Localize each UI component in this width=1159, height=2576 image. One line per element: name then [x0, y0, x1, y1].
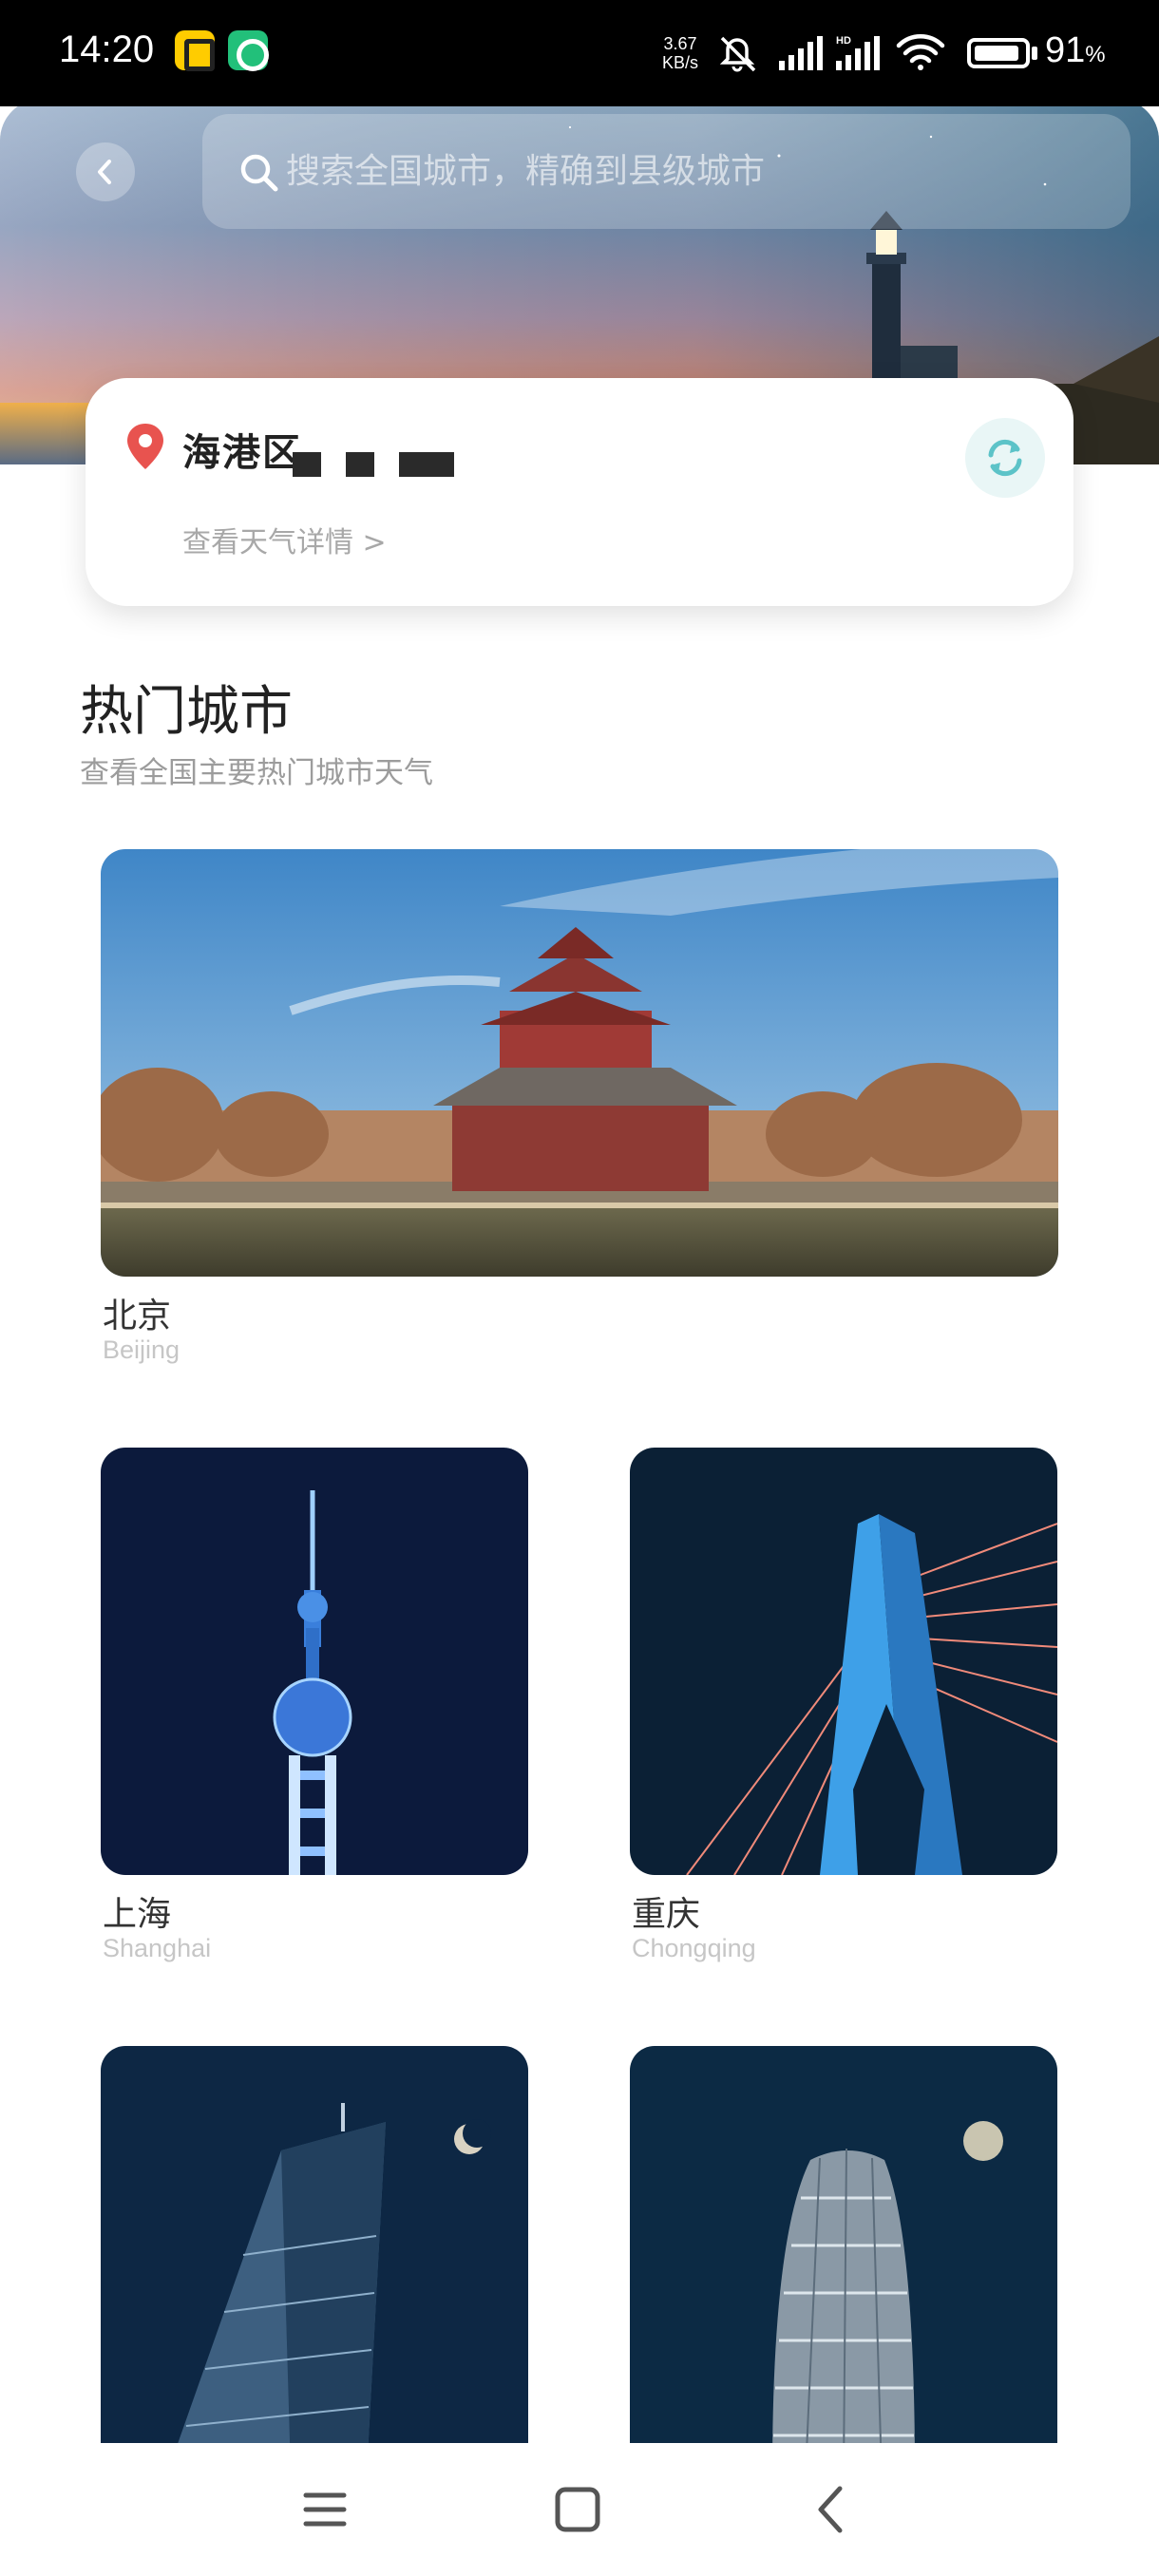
search-icon [240, 154, 278, 192]
menu-icon [303, 2492, 347, 2527]
city-name: 北京 [103, 1297, 172, 1335]
back-triangle-icon [818, 2486, 843, 2533]
signal-hd-icon: HD [836, 35, 880, 70]
battery-percent-symbol: % [1085, 42, 1106, 67]
mute-bell-icon [719, 36, 756, 72]
city-image-shanghai [101, 1448, 528, 1875]
city-pinyin: Beijing [103, 1335, 180, 1364]
refresh-location-button[interactable] [965, 418, 1045, 498]
hot-cities-subtitle: 查看全国主要热门城市天气 [80, 756, 433, 790]
city-name: 上海 [103, 1895, 172, 1934]
battery-percent-value: 91 [1045, 30, 1086, 70]
signal-icon [779, 36, 823, 70]
status-bar: 14:20 3.67 KB/s HD 91% [0, 0, 1159, 106]
location-pin-icon [127, 424, 163, 469]
city-image-beijing [101, 849, 1058, 1277]
refresh-icon [988, 439, 1022, 477]
nav-back-button[interactable] [804, 2481, 861, 2538]
nav-menu-button[interactable] [296, 2481, 353, 2538]
notification-app-icon [175, 30, 215, 71]
hot-cities-title: 热门城市 [80, 681, 293, 743]
city-card-shanghai[interactable]: 上海 Shanghai [101, 1448, 528, 1970]
battery-percent: 91% [1045, 30, 1106, 71]
net-speed-unit: KB/s [662, 53, 699, 72]
net-speed-value: 3.67 [663, 34, 697, 53]
chevron-left-icon [98, 160, 111, 184]
nav-home-button[interactable] [549, 2481, 606, 2538]
hd-label: HD [836, 35, 851, 47]
status-icons: HD [718, 32, 956, 78]
city-card-4[interactable] [101, 2046, 528, 2473]
redaction-block [399, 452, 454, 477]
status-time: 14:20 [59, 28, 155, 70]
location-district: 海港区 [182, 431, 302, 475]
city-image-chongqing [630, 1448, 1057, 1875]
app-root: 14:20 3.67 KB/s HD 91% 搜索全国城市，精确到县级城市 海港… [0, 0, 1159, 2576]
city-image-5 [630, 2046, 1057, 2473]
city-image-4 [101, 2046, 528, 2473]
city-card-5[interactable] [630, 2046, 1057, 2473]
notification-app-icon-2 [228, 30, 269, 71]
city-name: 重庆 [632, 1895, 701, 1934]
current-location-card[interactable]: 海港区 查看天气详情 > [86, 378, 1074, 606]
redaction-block [346, 452, 374, 477]
home-square-icon [555, 2487, 600, 2532]
system-nav-bar [0, 2443, 1159, 2576]
net-speed: 3.67 KB/s [662, 34, 698, 72]
back-button[interactable] [76, 142, 135, 201]
wifi-icon [896, 34, 945, 70]
battery-icon [967, 38, 1030, 68]
battery-cap [1032, 47, 1037, 60]
city-card-chongqing[interactable]: 重庆 Chongqing [630, 1448, 1057, 1970]
battery-fill [975, 46, 1018, 61]
weather-detail-link[interactable]: 查看天气详情 > [182, 519, 387, 560]
redaction-block [293, 452, 321, 477]
city-search-box[interactable] [202, 114, 1130, 229]
city-pinyin: Shanghai [103, 1934, 212, 1962]
city-card-beijing[interactable]: 北京 Beijing [101, 849, 1058, 1372]
search-input[interactable] [286, 142, 1103, 199]
city-pinyin: Chongqing [632, 1934, 756, 1962]
